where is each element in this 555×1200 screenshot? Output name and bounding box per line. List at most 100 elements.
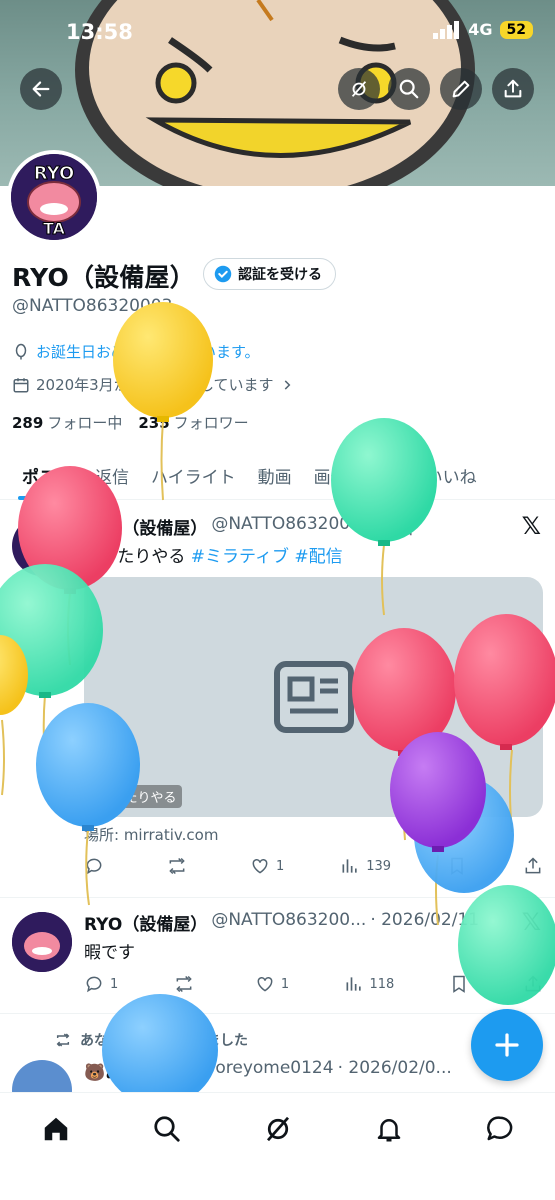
get-verified-label: 認証を受ける xyxy=(238,267,322,283)
repost-button[interactable] xyxy=(166,856,194,876)
network-type: 4G xyxy=(468,20,493,39)
share-post-button[interactable] xyxy=(523,856,543,876)
repost-icon xyxy=(56,1033,70,1047)
birthday-row: お誕生日おめでとうございます。 xyxy=(12,341,260,362)
balloon-icon xyxy=(15,343,27,359)
mute-notifications-button[interactable] xyxy=(338,68,380,110)
verified-badge-icon xyxy=(214,265,232,283)
status-indicators: 4G 52 xyxy=(433,20,533,39)
hashtag-link[interactable]: #ミラティブ xyxy=(191,547,289,567)
repost-indicator: あなたがリポストしました xyxy=(54,1030,248,1050)
share-icon xyxy=(504,79,522,98)
like-icon xyxy=(252,858,268,874)
x-logo-icon: 𝕏 xyxy=(521,512,541,540)
link-card[interactable]: まったりやる xyxy=(84,577,543,817)
post-author-name: 🐻あおさん🐻 xyxy=(84,1063,195,1083)
followers-link[interactable]: 235 フォロワー xyxy=(138,412,248,433)
tab-articles[interactable]: 記事 xyxy=(359,452,415,499)
post-item[interactable]: RYO（設備屋） @NATTO863200... · 2026/02/11 𝕏 … xyxy=(0,898,555,1014)
bookmark-icon xyxy=(452,975,465,993)
repost-icon xyxy=(175,975,192,993)
get-verified-button[interactable]: 認証を受ける xyxy=(203,258,336,290)
tab-replies[interactable]: 返信 xyxy=(84,452,140,499)
nav-home[interactable] xyxy=(36,1109,76,1149)
share-icon xyxy=(525,857,541,874)
views-button[interactable]: 139 xyxy=(340,856,391,876)
plus-icon xyxy=(495,1033,519,1057)
card-title: まったりやる xyxy=(93,785,183,808)
post-author-handle: @NATTO86320003 xyxy=(211,514,372,534)
post-actions: 1 139 xyxy=(84,856,543,876)
like-button[interactable]: 1 xyxy=(255,974,289,994)
following-link[interactable]: 289 フォロー中 xyxy=(12,412,122,433)
home-icon xyxy=(44,1117,68,1141)
post-text: 暇です xyxy=(84,943,135,963)
article-icon xyxy=(273,661,354,733)
post-author-name: RYO（設備屋） xyxy=(84,519,208,539)
bookmark-button[interactable] xyxy=(449,974,469,994)
avatar-image: RYO TA xyxy=(11,154,97,240)
bell-icon xyxy=(377,1119,401,1142)
tab-images[interactable]: 画像 xyxy=(303,452,359,499)
svg-text:TA: TA xyxy=(43,219,66,238)
search-icon xyxy=(399,79,419,99)
like-button[interactable]: 1 xyxy=(250,856,284,876)
profile-name: RYO（設備屋） xyxy=(12,263,195,292)
status-time: 13:58 xyxy=(66,20,133,44)
post-text: まったりやる #ミラティブ #配信 xyxy=(84,547,343,567)
tab-likes[interactable]: いいね xyxy=(415,452,488,499)
nav-messages[interactable] xyxy=(480,1109,520,1149)
share-post-button[interactable] xyxy=(523,974,543,994)
x-logo-icon: 𝕏 xyxy=(521,908,541,936)
joined-row[interactable]: 2020年3月からXを利用しています xyxy=(12,374,294,395)
nav-search[interactable] xyxy=(147,1109,187,1149)
tab-posts[interactable]: ポスト xyxy=(0,452,84,500)
reply-button[interactable] xyxy=(84,856,110,876)
calendar-icon xyxy=(13,377,29,392)
chevron-right-icon xyxy=(284,379,290,390)
compose-post-button[interactable] xyxy=(471,1009,543,1081)
nav-grok[interactable] xyxy=(258,1109,298,1149)
back-button[interactable] xyxy=(20,68,62,110)
messages-icon xyxy=(487,1116,513,1141)
back-icon xyxy=(32,81,50,97)
profile-avatar[interactable]: RYO TA xyxy=(7,150,101,244)
post-avatar[interactable] xyxy=(12,1060,72,1092)
post-author-name: RYO（設備屋） xyxy=(84,915,208,935)
follow-stats: 289 フォロー中 235 フォロワー xyxy=(12,412,249,433)
post-avatar[interactable] xyxy=(12,912,72,972)
tab-videos[interactable]: 動画 xyxy=(247,452,303,499)
post-time: · 2026/02/11 xyxy=(370,910,480,930)
post-avatar[interactable] xyxy=(12,516,72,576)
bookmark-button[interactable] xyxy=(447,856,467,876)
grok-icon xyxy=(266,1116,290,1142)
share-button[interactable] xyxy=(492,68,534,110)
post-header: RYO（設備屋） @NATTO86320003 · 2日 xyxy=(84,514,414,539)
search-icon xyxy=(154,1116,180,1142)
views-icon xyxy=(346,977,361,991)
card-source[interactable]: 場所: mirrativ.com xyxy=(84,824,218,845)
bottom-navigation xyxy=(0,1092,555,1200)
repost-label: あなたがリポストしました xyxy=(80,1033,248,1049)
post-header: RYO（設備屋） @NATTO863200... · 2026/02/11 xyxy=(84,910,479,935)
edit-button[interactable] xyxy=(440,68,482,110)
like-icon xyxy=(257,976,273,992)
post-author-handle: @NATTO863200... xyxy=(211,910,367,930)
search-button[interactable] xyxy=(388,68,430,110)
post-time: · 2026/02/0... xyxy=(337,1058,452,1078)
profile-banner: 13:58 4G 52 xyxy=(0,0,555,186)
reply-icon xyxy=(86,976,102,993)
reply-button[interactable]: 1 xyxy=(84,974,118,994)
post-actions: 1 1 118 xyxy=(84,974,543,994)
views-button[interactable]: 118 xyxy=(344,974,394,994)
nav-notifications[interactable] xyxy=(369,1109,409,1149)
post-header: 🐻あおさん🐻 @oreyome0124 · 2026/02/0... xyxy=(84,1058,452,1083)
post-time: · 2日 xyxy=(375,519,415,539)
svg-text:RYO: RYO xyxy=(34,163,75,184)
tab-highlights[interactable]: ハイライト xyxy=(140,452,247,499)
post-item[interactable]: RYO（設備屋） @NATTO86320003 · 2日 𝕏 まったりやる #ミ… xyxy=(0,500,555,898)
repost-button[interactable] xyxy=(173,974,201,994)
no-notifications-icon xyxy=(351,81,367,97)
share-icon xyxy=(525,975,541,992)
hashtag-link[interactable]: #配信 xyxy=(294,547,342,567)
